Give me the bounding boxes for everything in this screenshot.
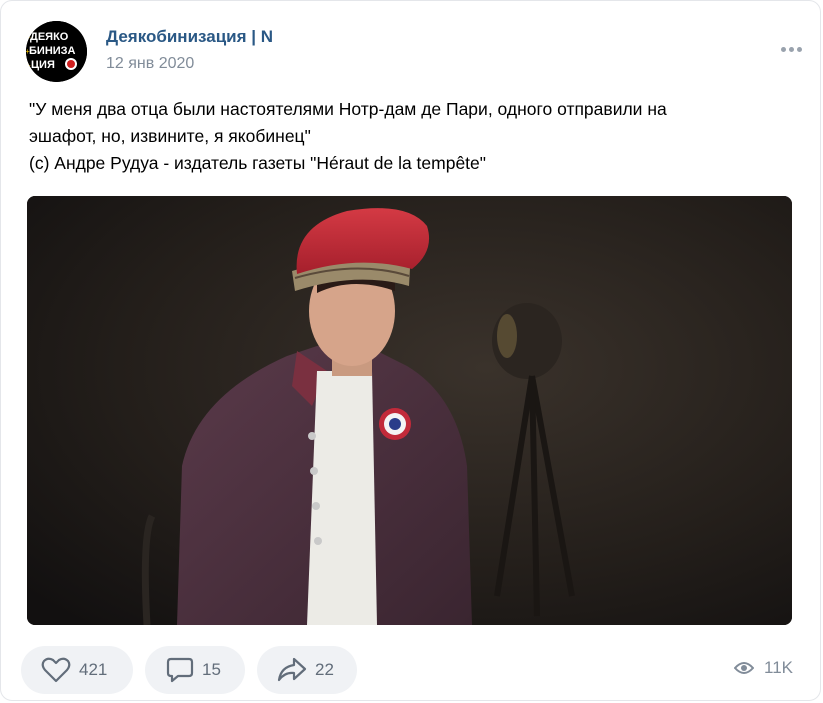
post-text-line: эшафот, но, извините, я якобинец" — [29, 126, 311, 146]
more-icon[interactable] — [776, 39, 806, 59]
post-text: "У меня два отца были настоятелями Нотр-… — [29, 96, 799, 177]
avatar-text-2: БИНИЗА — [29, 45, 76, 57]
comment-button[interactable]: 15 — [145, 646, 245, 694]
post-card: ДЕЯКО БИНИЗА ЦИЯ + + + Деякобинизация | … — [0, 0, 821, 701]
svg-text:+: + — [26, 61, 31, 70]
views-counter: 11K — [734, 658, 793, 678]
share-count: 22 — [315, 660, 334, 679]
share-button[interactable]: 22 — [257, 646, 357, 694]
share-icon — [277, 657, 307, 682]
post-text-line: (с) Андре Рудуа - издатель газеты "Hérau… — [29, 153, 486, 173]
post-text-line: "У меня два отца были настоятелями Нотр-… — [29, 99, 667, 119]
comment-count: 15 — [202, 660, 221, 679]
svg-text:+: + — [26, 33, 31, 42]
avatar-logo: ДЕЯКО БИНИЗА ЦИЯ + + + — [26, 21, 87, 82]
avatar[interactable]: ДЕЯКО БИНИЗА ЦИЯ + + + — [26, 21, 87, 82]
heart-icon — [41, 657, 71, 683]
post-photo[interactable] — [27, 196, 792, 625]
post-actions: 421 15 22 11K — [21, 646, 801, 694]
eye-icon — [734, 662, 754, 674]
like-count: 421 — [79, 660, 108, 679]
comment-icon — [166, 657, 194, 683]
avatar-text-1: ДЕЯКО — [30, 31, 69, 43]
author-name[interactable]: Деякобинизация | N — [106, 27, 273, 47]
avatar-text-3: ЦИЯ — [31, 59, 55, 71]
svg-text:+: + — [26, 47, 30, 56]
post-date[interactable]: 12 янв 2020 — [106, 55, 194, 73]
post-header: ДЕЯКО БИНИЗА ЦИЯ + + + Деякобинизация | … — [26, 21, 806, 82]
like-button[interactable]: 421 — [21, 646, 133, 694]
view-count: 11K — [764, 658, 793, 677]
